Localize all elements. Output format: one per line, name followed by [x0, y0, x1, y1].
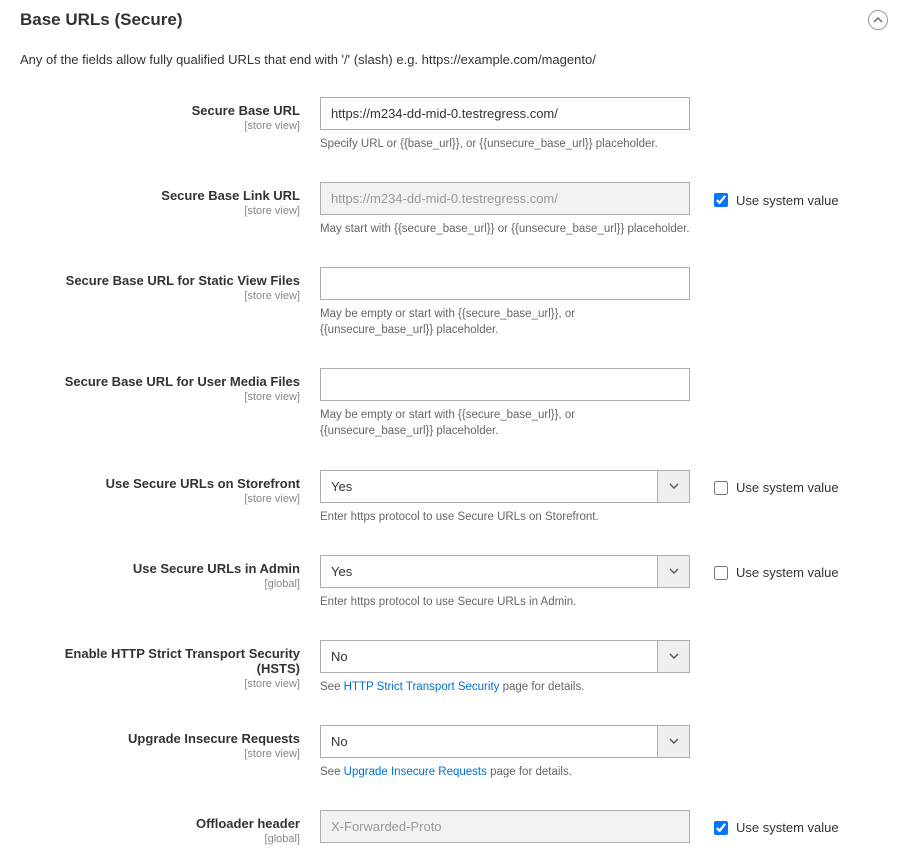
- secure-base-static-input[interactable]: [320, 267, 690, 300]
- field-hint: See Upgrade Insecure Requests page for d…: [320, 764, 690, 780]
- hsts-link[interactable]: HTTP Strict Transport Security: [344, 681, 500, 693]
- field-scope: [global]: [20, 833, 300, 845]
- hint-text: See: [320, 766, 344, 778]
- field-scope: [store view]: [20, 120, 300, 132]
- field-label: Secure Base Link URL: [20, 188, 300, 203]
- hint-text: See: [320, 681, 344, 693]
- hint-text: page for details.: [499, 681, 584, 693]
- chevron-up-icon: [873, 13, 883, 28]
- field-label: Secure Base URL for Static View Files: [20, 273, 300, 288]
- use-system-value-label[interactable]: Use system value: [736, 193, 839, 208]
- hint-text: page for details.: [487, 766, 572, 778]
- section-description: Any of the fields allow fully qualified …: [20, 52, 888, 67]
- secure-base-media-input[interactable]: [320, 368, 690, 401]
- use-system-value-checkbox[interactable]: [714, 481, 728, 495]
- field-label: Use Secure URLs on Storefront: [20, 476, 300, 491]
- field-hint: May be empty or start with {{secure_base…: [320, 306, 690, 338]
- upgrade-insecure-link[interactable]: Upgrade Insecure Requests: [344, 766, 487, 778]
- use-secure-admin-select[interactable]: Yes: [320, 555, 690, 588]
- field-scope: [store view]: [20, 391, 300, 403]
- use-system-value-label[interactable]: Use system value: [736, 565, 839, 580]
- field-hint: May start with {{secure_base_url}} or {{…: [320, 221, 690, 237]
- use-system-value-label[interactable]: Use system value: [736, 820, 839, 835]
- field-scope: [store view]: [20, 205, 300, 217]
- field-label: Use Secure URLs in Admin: [20, 561, 300, 576]
- field-label: Upgrade Insecure Requests: [20, 731, 300, 746]
- field-hint: Enter https protocol to use Secure URLs …: [320, 509, 690, 525]
- secure-base-link-url-input: [320, 182, 690, 215]
- upgrade-insecure-select[interactable]: No: [320, 725, 690, 758]
- field-scope: [store view]: [20, 748, 300, 760]
- field-label: Secure Base URL: [20, 103, 300, 118]
- field-label: Offloader header: [20, 816, 300, 831]
- use-system-value-checkbox[interactable]: [714, 193, 728, 207]
- field-hint: May be empty or start with {{secure_base…: [320, 407, 690, 439]
- field-scope: [store view]: [20, 493, 300, 505]
- use-system-value-label[interactable]: Use system value: [736, 480, 839, 495]
- field-scope: [global]: [20, 578, 300, 590]
- field-scope: [store view]: [20, 678, 300, 690]
- offloader-header-input: [320, 810, 690, 843]
- collapse-button[interactable]: [868, 10, 888, 30]
- use-secure-storefront-select[interactable]: Yes: [320, 470, 690, 503]
- field-scope: [store view]: [20, 290, 300, 302]
- field-label: Enable HTTP Strict Transport Security (H…: [20, 646, 300, 676]
- field-hint: Specify URL or {{base_url}}, or {{unsecu…: [320, 136, 690, 152]
- section-title: Base URLs (Secure): [20, 10, 183, 30]
- field-hint: See HTTP Strict Transport Security page …: [320, 679, 690, 695]
- field-hint: Enter https protocol to use Secure URLs …: [320, 594, 690, 610]
- use-system-value-checkbox[interactable]: [714, 821, 728, 835]
- field-label: Secure Base URL for User Media Files: [20, 374, 300, 389]
- use-system-value-checkbox[interactable]: [714, 566, 728, 580]
- hsts-select[interactable]: No: [320, 640, 690, 673]
- secure-base-url-input[interactable]: [320, 97, 690, 130]
